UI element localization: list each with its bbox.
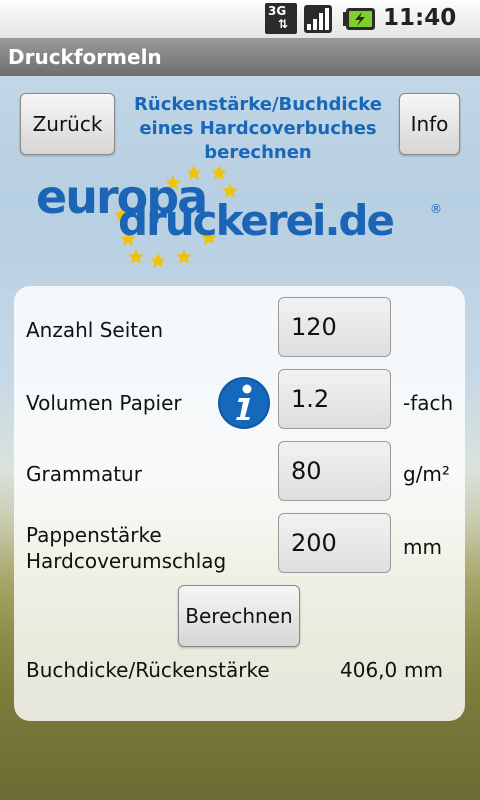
volume-info-icon[interactable] bbox=[217, 376, 271, 430]
status-bar: 3G ⇅ 11:40 AM bbox=[0, 0, 480, 55]
logo-text-bottom: druckerei.de bbox=[118, 196, 393, 245]
grammage-unit: g/m² bbox=[403, 462, 450, 486]
result-label: Buchdicke/Rückenstärke bbox=[26, 658, 270, 682]
app-title-bar: Druckformeln bbox=[0, 38, 480, 76]
signal-strength-icon bbox=[304, 5, 332, 33]
heading-line-3: berechnen bbox=[204, 142, 312, 163]
calculator-panel bbox=[14, 286, 465, 721]
clock-time: 11:40 bbox=[383, 5, 457, 31]
network-type-label: 3G bbox=[268, 4, 287, 18]
data-arrows-icon: ⇅ bbox=[278, 17, 289, 31]
volume-label: Volumen Papier bbox=[26, 391, 182, 415]
grammage-input[interactable]: 80 bbox=[278, 441, 391, 501]
3g-data-icon: 3G ⇅ bbox=[265, 3, 297, 34]
result-value: 406,0 bbox=[340, 658, 398, 682]
page-heading: Rückenstärke/Buchdicke eines Hardcoverbu… bbox=[124, 93, 392, 165]
pages-input[interactable]: 120 bbox=[278, 297, 391, 357]
grammage-label: Grammatur bbox=[26, 462, 142, 486]
battery-charging-icon bbox=[343, 8, 375, 30]
europadruckerei-logo: europa druckerei.de ® bbox=[36, 165, 446, 273]
logo-graphic: europa druckerei.de ® bbox=[36, 165, 442, 268]
app-title: Druckformeln bbox=[8, 45, 162, 69]
board-label-line-1: Pappenstärke bbox=[26, 523, 162, 547]
pages-label: Anzahl Seiten bbox=[26, 318, 164, 342]
logo-registered-mark: ® bbox=[430, 202, 442, 216]
back-button[interactable]: Zurück bbox=[20, 93, 115, 155]
board-thickness-input[interactable]: 200 bbox=[278, 513, 391, 573]
board-unit: mm bbox=[403, 535, 442, 559]
heading-line-2: eines Hardcoverbuches bbox=[139, 118, 377, 139]
volume-unit: -fach bbox=[403, 391, 454, 415]
info-button[interactable]: Info bbox=[399, 93, 460, 155]
volume-input[interactable]: 1.2 bbox=[278, 369, 391, 429]
heading-line-1: Rückenstärke/Buchdicke bbox=[134, 94, 382, 115]
calculate-button[interactable]: Berechnen bbox=[178, 585, 300, 647]
board-label-line-2: Hardcoverumschlag bbox=[26, 549, 227, 573]
board-label: Pappenstärke Hardcoverumschlag bbox=[26, 522, 226, 574]
result-unit: mm bbox=[404, 658, 443, 682]
